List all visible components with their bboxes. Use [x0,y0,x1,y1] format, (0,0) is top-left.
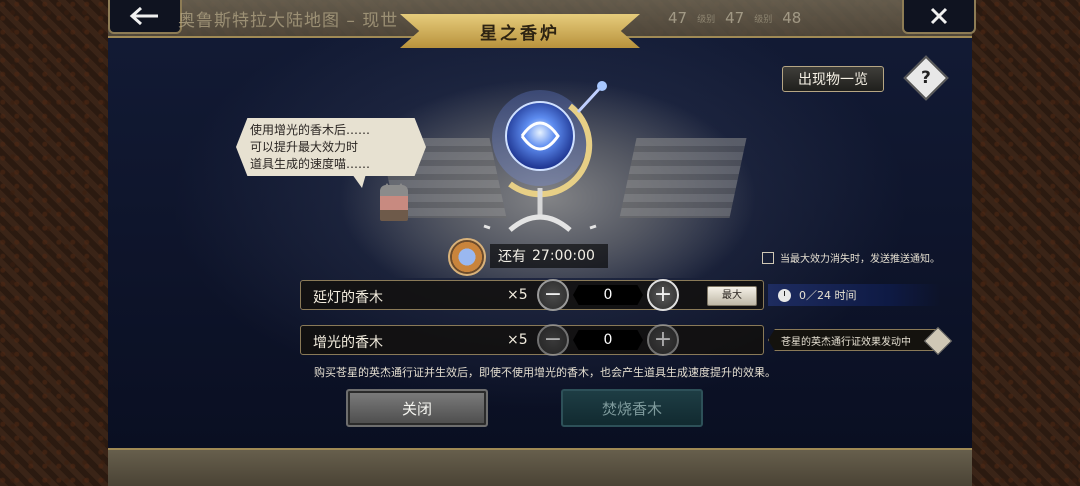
item-multiplier: ×5 [507,287,528,303]
stat-value: 48 [782,9,802,27]
help-icon: ? [921,68,931,88]
max-button[interactable]: 最大 [707,286,757,306]
speech-line: 道具生成的速度喵…… [250,157,371,171]
timer-value: 27:00:00 [532,248,595,264]
item-list-button[interactable]: 出现物一览 [782,66,884,92]
stat-value: 47 [725,9,745,27]
item-name: 增光的香木 [313,335,383,351]
player-stats: 47 级别 47 级别 48 [668,6,898,30]
pass-status: 苍星的英杰通行证效果发动中 [768,329,940,351]
timer-prefix: 还有 [498,249,526,265]
speech-bubble-tail [352,174,366,188]
item-multiplier: ×5 [507,332,528,348]
dialog-title: 星之香炉 [400,14,640,48]
close-button[interactable] [902,0,976,34]
stat-label: 级别 [754,14,773,25]
notify-checkbox[interactable] [762,251,774,264]
push-notify-option[interactable]: 当最大效力消失时，发送推送通知。 [762,250,940,265]
incense-row-boost: 增光的香木 ×5 − 0 + [300,324,764,356]
incense-row-extend: 延灯的香木 ×5 − 0 + 最大 [300,279,764,311]
back-button[interactable] [108,0,182,34]
map-title: 奥鲁斯特拉大陆地图 – 现世 [178,11,399,31]
decrease-button[interactable]: − [537,279,569,311]
speech-line: 使用增光的香木后…… [250,123,371,137]
speech-line: 可以提升最大效力时 [250,140,359,154]
shrine-steps-right [619,138,747,218]
increase-button[interactable]: + [647,279,679,311]
speech-bubble: 使用增光的香木后…… 可以提升最大效力时 道具生成的速度喵…… [236,118,426,176]
stat-value: 47 [668,9,688,27]
decrease-button[interactable]: − [537,324,569,356]
burn-incense-button[interactable]: 焚烧香木 [561,389,703,427]
increase-button[interactable]: + [647,324,679,356]
map-footer-strip [108,446,972,486]
back-arrow-icon [129,6,158,26]
stat-label: 级别 [697,14,716,25]
pass-note: 购买苍星的英杰通行证并生效后，即使不使用增光的香木，也会产生道具生成速度提升的效… [314,366,776,379]
close-dialog-button[interactable]: 关闭 [346,389,488,427]
censer-timer-icon [448,238,486,276]
quantity-value: 0 [573,285,643,305]
time-info-text: 0／24 时间 [799,289,857,302]
clock-icon [778,288,791,302]
time-info: 0／24 时间 [768,284,940,306]
remaining-timer: 还有 27:00:00 [490,244,608,268]
cat-character-sprite [380,183,408,221]
quantity-value: 0 [573,330,643,350]
notify-label: 当最大效力消失时，发送推送通知。 [780,254,940,265]
item-name: 延灯的香木 [313,290,383,306]
close-icon [930,7,948,25]
star-censer-icon [483,81,607,232]
